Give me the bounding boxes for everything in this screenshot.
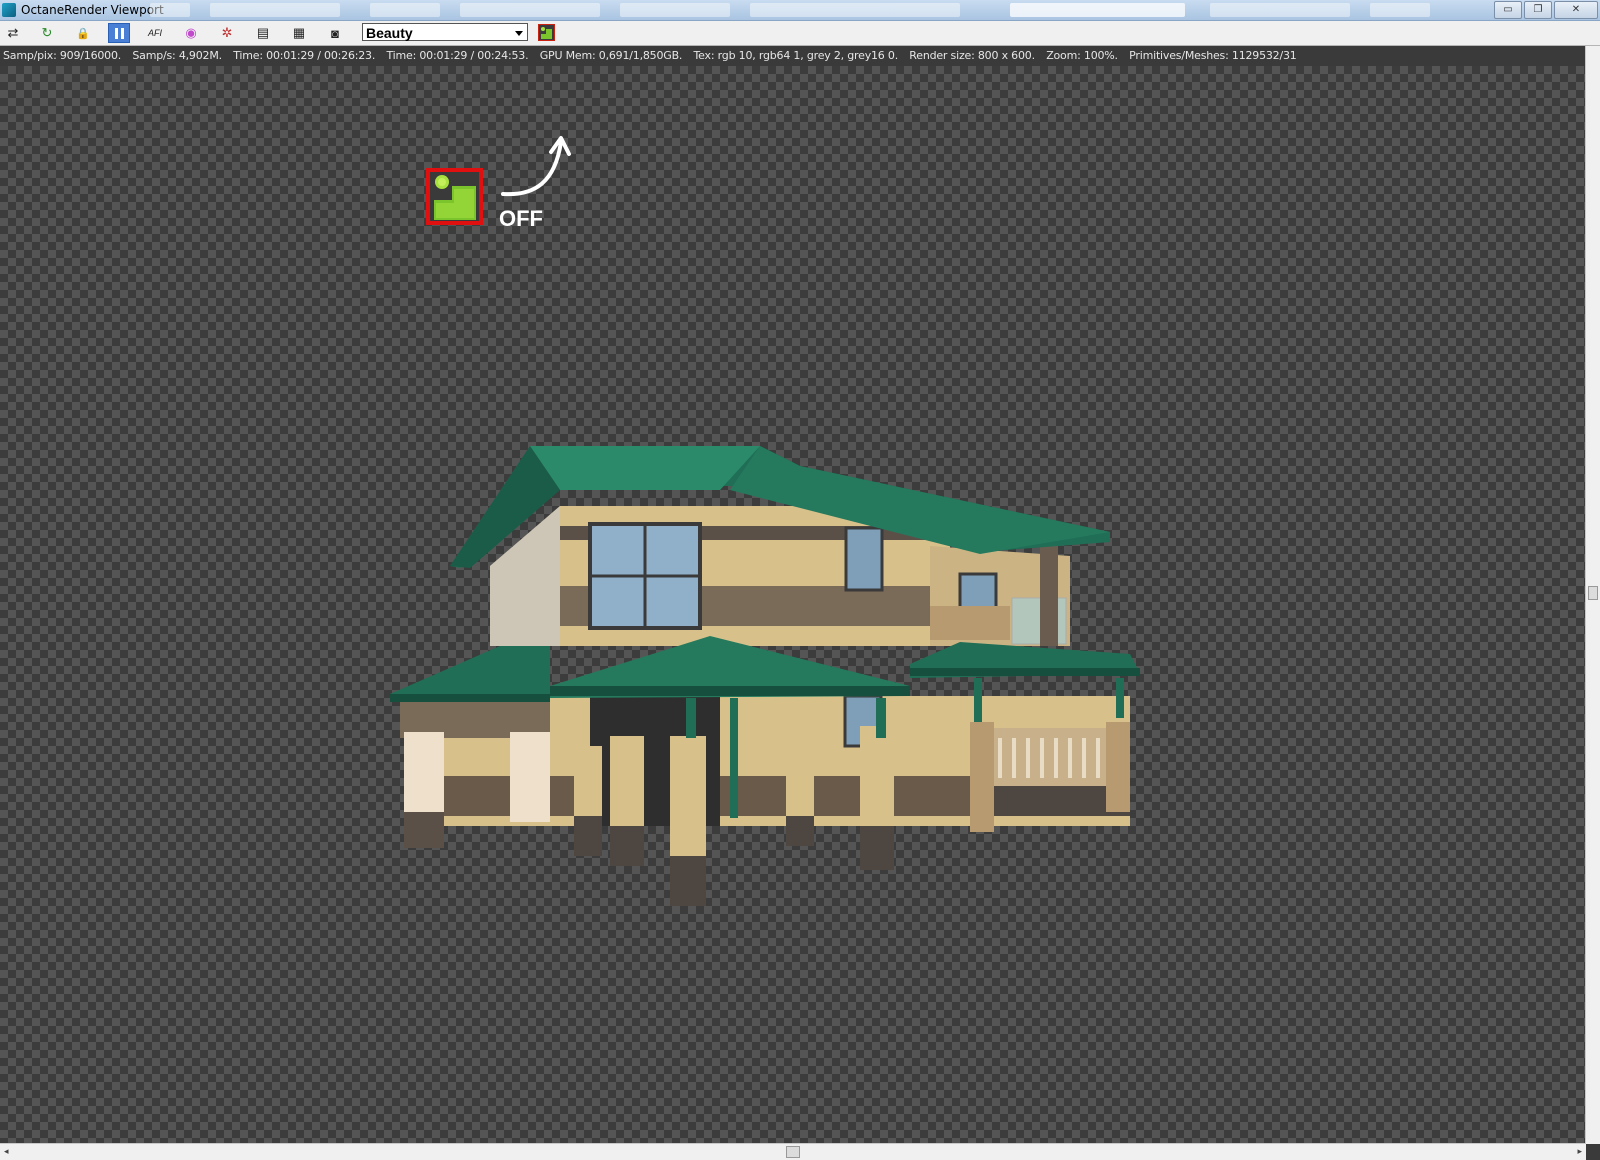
restart-icon[interactable]: ↻ [36,23,58,43]
camera-icon[interactable]: ◙ [324,23,346,43]
send-scene-icon[interactable]: ⇄ [2,23,24,43]
window-title: OctaneRender Viewport [21,3,164,17]
close-button[interactable]: ✕ [1554,1,1598,19]
render-viewport[interactable]: OFF [0,66,1586,1144]
primitives-meshes: Primitives/Meshes: 1129532/31 [1129,49,1297,62]
annotation-off-label: OFF [499,206,543,231]
render-size: Render size: 800 x 600. [909,49,1035,62]
samples-per-second: Samp/s: 4,902M. [132,49,222,62]
horizontal-scrollbar[interactable]: ◂ ▸ [0,1143,1586,1160]
region-icon[interactable]: ✲ [216,23,238,43]
title-bar: OctaneRender Viewport ▭ ❐ ✕ [0,0,1600,21]
texture-stats: Tex: rgb 10, rgb64 1, grey 2, grey16 0. [693,49,899,62]
rendered-house-image [390,446,1140,906]
vertical-scrollbar[interactable] [1585,46,1600,1144]
scroll-left-arrow-icon[interactable]: ◂ [4,1146,9,1157]
render-time-remaining: Time: 00:01:29 / 00:24:53. [386,49,529,62]
alpha-toggle-highlight [426,168,483,225]
vertical-scroll-thumb[interactable] [1588,586,1598,600]
film-icon[interactable]: ▦ [288,23,310,43]
scroll-right-arrow-icon[interactable]: ▸ [1577,1146,1582,1157]
curved-arrow-icon [501,136,571,197]
minimize-button[interactable]: ▭ [1494,1,1522,19]
background-taskbar-blur [150,1,1440,19]
pause-icon[interactable] [108,23,130,43]
gpu-memory: GPU Mem: 0,691/1,850GB. [539,49,683,62]
render-status-line: Samp/pix: 909/16000. Samp/s: 4,902M. Tim… [0,46,1589,66]
render-time-total: Time: 00:01:29 / 00:26:23. [233,49,376,62]
horizontal-scroll-thumb[interactable] [786,1146,800,1158]
lock-icon[interactable]: 🔒 [72,23,94,43]
alpha-channel-toggle-icon[interactable] [538,24,555,41]
display-icon[interactable]: ▤ [252,23,274,43]
restore-button[interactable]: ❐ [1524,1,1552,19]
zoom-level: Zoom: 100%. [1046,49,1118,62]
octane-app-icon [2,3,16,17]
samples-per-pixel: Samp/pix: 909/16000. [3,49,122,62]
af-icon[interactable]: AFI [144,23,166,43]
render-pass-select[interactable]: Beauty [362,23,528,41]
chevron-down-icon [515,31,523,36]
render-pass-value: Beauty [366,25,413,41]
toolbar: ⇄ ↻ 🔒 AFI ◉ ✲ ▤ ▦ ◙ Beauty [0,21,1600,46]
color-wheel-icon[interactable]: ◉ [180,23,202,43]
